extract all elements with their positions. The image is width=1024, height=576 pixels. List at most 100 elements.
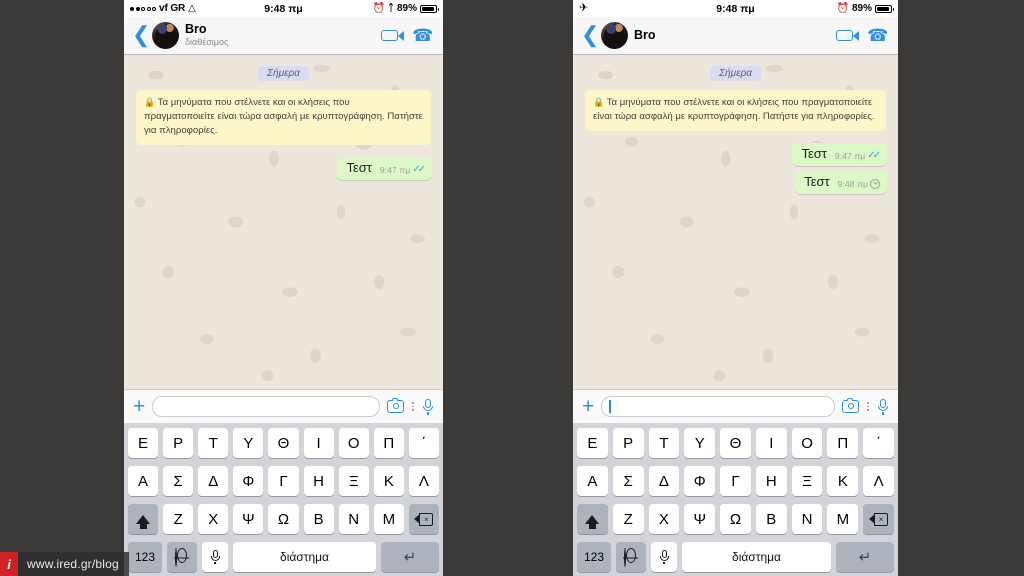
key-theta[interactable]: Θ: [268, 428, 299, 458]
status-bar: ✈ 9:48 πμ ⏰ 89%: [573, 0, 898, 17]
encryption-system-message[interactable]: 🔒 Τα μηνύματα που στέλνετε και οι κλήσει…: [585, 90, 886, 131]
key-upsilon[interactable]: Υ: [684, 428, 716, 458]
key-psi[interactable]: Ψ: [684, 504, 716, 534]
plus-icon[interactable]: +: [582, 396, 594, 417]
message-input-bar: +: [124, 389, 443, 423]
outgoing-message-bubble[interactable]: Τεστ 9:48 πμ: [795, 170, 887, 194]
key-rho[interactable]: Ρ: [612, 428, 644, 458]
key-tonos[interactable]: ΄: [408, 428, 439, 458]
microphone-icon[interactable]: [877, 398, 889, 415]
outgoing-message-bubble[interactable]: Τεστ 9:47 πμ ✓✓: [337, 156, 432, 180]
key-eta[interactable]: Η: [303, 466, 334, 496]
globe-icon[interactable]: [167, 542, 197, 572]
key-eta[interactable]: Η: [755, 466, 787, 496]
message-input-field[interactable]: [601, 396, 836, 417]
kebab-menu-icon[interactable]: [866, 402, 870, 411]
key-gamma[interactable]: Γ: [268, 466, 299, 496]
signal-strength-dots: [130, 6, 156, 11]
video-call-icon[interactable]: [380, 30, 404, 41]
day-divider: Σήμερα: [133, 63, 434, 81]
double-check-icon: ✓✓: [412, 163, 426, 175]
key-tonos[interactable]: ΄: [863, 428, 895, 458]
key-xi[interactable]: Ξ: [791, 466, 823, 496]
keyboard-row-1: Ε Ρ Τ Υ Θ Ι Ο Π ΄: [126, 428, 441, 458]
kebab-menu-icon[interactable]: [411, 402, 415, 411]
back-chevron-icon[interactable]: ❮: [581, 24, 599, 47]
return-icon[interactable]: ↵: [381, 542, 439, 572]
key-beta[interactable]: Β: [755, 504, 787, 534]
camera-icon[interactable]: [842, 397, 860, 413]
key-kappa[interactable]: Κ: [373, 466, 404, 496]
key-delta[interactable]: Δ: [198, 466, 229, 496]
key-nu[interactable]: Ν: [338, 504, 369, 534]
key-lambda[interactable]: Λ: [863, 466, 895, 496]
key-mu[interactable]: Μ: [827, 504, 859, 534]
key-omega[interactable]: Ω: [720, 504, 751, 534]
microphone-icon[interactable]: [422, 398, 434, 415]
key-omicron[interactable]: Ο: [791, 428, 823, 458]
key-phi[interactable]: Φ: [684, 466, 716, 496]
contact-info[interactable]: Bro διαθέσιμος: [185, 23, 228, 47]
key-zeta[interactable]: Ζ: [612, 504, 644, 534]
key-upsilon[interactable]: Υ: [233, 428, 264, 458]
numbers-key[interactable]: 123: [577, 542, 611, 572]
key-psi[interactable]: Ψ: [233, 504, 264, 534]
space-key[interactable]: διάστημα: [682, 542, 831, 572]
key-sigma[interactable]: Σ: [163, 466, 194, 496]
navbar-actions: ☎: [835, 26, 890, 45]
key-epsilon[interactable]: Ε: [128, 428, 159, 458]
key-iota[interactable]: Ι: [303, 428, 334, 458]
contact-info[interactable]: Bro: [634, 28, 656, 43]
message-meta: 9:47 πμ ✓✓: [835, 150, 881, 162]
video-call-icon[interactable]: [835, 30, 859, 41]
keyboard-microphone-icon[interactable]: [651, 542, 677, 572]
backspace-icon[interactable]: ×: [863, 504, 895, 534]
key-alpha[interactable]: Α: [128, 466, 159, 496]
plus-icon[interactable]: +: [133, 396, 145, 417]
key-chi[interactable]: Χ: [198, 504, 229, 534]
avatar[interactable]: [601, 22, 628, 49]
avatar[interactable]: [152, 22, 179, 49]
key-tau[interactable]: Τ: [198, 428, 229, 458]
key-omega[interactable]: Ω: [268, 504, 299, 534]
key-rho[interactable]: Ρ: [163, 428, 194, 458]
key-alpha[interactable]: Α: [576, 466, 608, 496]
globe-icon[interactable]: [616, 542, 646, 572]
numbers-key[interactable]: 123: [128, 542, 162, 572]
outgoing-message-bubble[interactable]: Τεστ 9:47 πμ ✓✓: [792, 142, 887, 166]
key-zeta[interactable]: Ζ: [163, 504, 194, 534]
camera-icon[interactable]: [387, 397, 405, 413]
key-lambda[interactable]: Λ: [408, 466, 439, 496]
back-chevron-icon[interactable]: ❮: [132, 24, 150, 47]
message-meta: 9:48 πμ: [838, 178, 880, 190]
key-beta[interactable]: Β: [303, 504, 334, 534]
key-kappa[interactable]: Κ: [827, 466, 859, 496]
space-key[interactable]: διάστημα: [233, 542, 376, 572]
key-gamma[interactable]: Γ: [720, 466, 751, 496]
shift-icon[interactable]: [128, 504, 159, 534]
shift-icon[interactable]: [576, 504, 608, 534]
key-phi[interactable]: Φ: [233, 466, 264, 496]
key-xi[interactable]: Ξ: [338, 466, 369, 496]
key-nu[interactable]: Ν: [791, 504, 823, 534]
message-input-field[interactable]: [152, 396, 381, 417]
encryption-system-message[interactable]: 🔒 Τα μηνύματα που στέλνετε και οι κλήσει…: [136, 90, 431, 145]
key-omicron[interactable]: Ο: [338, 428, 369, 458]
key-pi[interactable]: Π: [827, 428, 859, 458]
key-mu[interactable]: Μ: [373, 504, 404, 534]
backspace-icon[interactable]: ×: [408, 504, 439, 534]
keyboard-row-3: Ζ Χ Ψ Ω Β Ν Μ ×: [126, 504, 441, 534]
key-iota[interactable]: Ι: [755, 428, 787, 458]
key-chi[interactable]: Χ: [648, 504, 680, 534]
key-epsilon[interactable]: Ε: [576, 428, 608, 458]
key-tau[interactable]: Τ: [648, 428, 680, 458]
voice-call-icon[interactable]: ☎: [412, 26, 433, 45]
voice-call-icon[interactable]: ☎: [867, 26, 888, 45]
key-pi[interactable]: Π: [373, 428, 404, 458]
return-icon[interactable]: ↵: [836, 542, 894, 572]
message-row: Τεστ 9:47 πμ ✓✓: [582, 142, 889, 166]
key-delta[interactable]: Δ: [648, 466, 680, 496]
keyboard-microphone-icon[interactable]: [202, 542, 228, 572]
key-theta[interactable]: Θ: [720, 428, 751, 458]
key-sigma[interactable]: Σ: [612, 466, 644, 496]
